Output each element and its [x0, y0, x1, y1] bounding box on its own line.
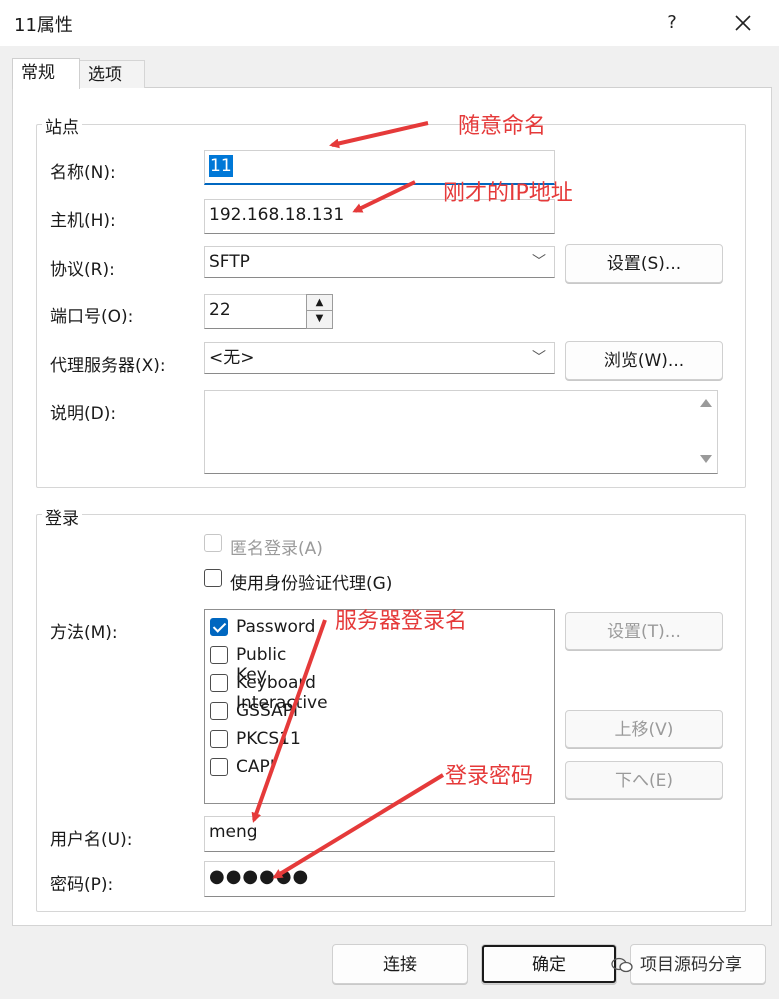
arrow-to-name-field	[329, 121, 429, 149]
arrow-to-username-field	[251, 619, 327, 823]
arrow-to-password-field	[272, 773, 445, 879]
arrow-to-host-field	[352, 180, 416, 213]
tab-general[interactable]: 常规	[12, 58, 80, 89]
annotation-arrows	[251, 121, 445, 879]
